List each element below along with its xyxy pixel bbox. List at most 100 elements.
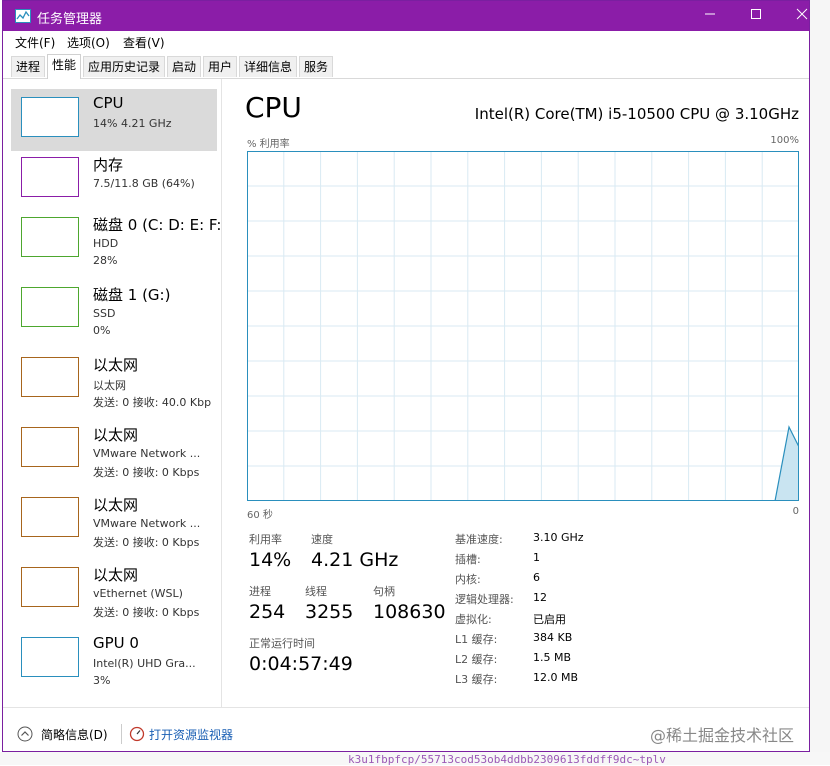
utilization-value: 14% bbox=[249, 549, 292, 571]
processes-label: 进程 bbox=[249, 585, 271, 598]
tab-bar: 进程 性能 应用历史记录 启动 用户 详细信息 服务 bbox=[3, 53, 809, 79]
disk-0-thumbnail-graph bbox=[21, 217, 79, 257]
cpu-model-name: Intel(R) Core(TM) i5-10500 CPU @ 3.10GHz bbox=[474, 105, 799, 123]
l3-cache-value: 12.0 MB bbox=[533, 671, 579, 684]
threads-label: 线程 bbox=[305, 585, 327, 598]
maximize-icon bbox=[751, 9, 761, 19]
title-bar[interactable]: 任务管理器 bbox=[3, 1, 809, 31]
menu-view[interactable]: 查看(V) bbox=[123, 34, 165, 51]
virtualization-label: 虚拟化: bbox=[455, 613, 492, 626]
graph-grid bbox=[247, 151, 799, 501]
sidebar-item-detail: vEthernet (WSL) bbox=[93, 587, 183, 600]
utilization-label: 利用率 bbox=[249, 533, 282, 546]
l1-cache-value: 384 KB bbox=[533, 631, 573, 644]
tab-startup[interactable]: 启动 bbox=[167, 56, 201, 77]
handles-label: 句柄 bbox=[373, 585, 395, 598]
sidebar-item-cpu[interactable]: CPU 14% 4.21 GHz bbox=[11, 89, 217, 151]
graph-x-label: 60 秒 bbox=[247, 510, 273, 521]
cores-value: 6 bbox=[533, 571, 540, 584]
menu-file[interactable]: 文件(F) bbox=[15, 34, 55, 51]
tab-app-history[interactable]: 应用历史记录 bbox=[83, 56, 165, 77]
sidebar-item-detail: VMware Network ... bbox=[93, 447, 201, 460]
sidebar-item-detail-2: 发送: 0 接收: 0 Kbps bbox=[93, 606, 200, 619]
tab-performance[interactable]: 性能 bbox=[47, 54, 81, 79]
speed-label: 速度 bbox=[311, 533, 333, 546]
minimize-button[interactable] bbox=[687, 1, 733, 31]
sidebar-item-name: 内存 bbox=[93, 156, 124, 174]
graph-y-label: % 利用率 bbox=[247, 139, 290, 150]
tab-services[interactable]: 服务 bbox=[299, 56, 333, 77]
sidebar-item-name: 磁盘 1 (G:) bbox=[93, 286, 171, 304]
desktop-background-right bbox=[810, 0, 830, 765]
sockets-value: 1 bbox=[533, 551, 540, 564]
sidebar-item-ethernet-3[interactable]: 以太网 VMware Network ... 发送: 0 接收: 0 Kbps bbox=[11, 489, 217, 551]
resource-monitor-icon[interactable] bbox=[129, 726, 145, 742]
tab-processes[interactable]: 进程 bbox=[11, 56, 45, 77]
sidebar-item-ethernet-4[interactable]: 以太网 vEthernet (WSL) 发送: 0 接收: 0 Kbps bbox=[11, 559, 217, 621]
sidebar-item-name: 以太网 bbox=[93, 356, 139, 374]
background-code-text: k3u1fbpfcp/55713cod53ob4ddbb2309613fddff… bbox=[348, 753, 666, 766]
logical-processors-label: 逻辑处理器: bbox=[455, 593, 514, 606]
sidebar-item-name: 磁盘 0 (C: D: E: F: bbox=[93, 216, 222, 234]
sidebar-item-detail-2: 发送: 0 接收: 0 Kbps bbox=[93, 536, 200, 549]
window-title: 任务管理器 bbox=[37, 12, 103, 27]
sidebar-item-detail: SSD bbox=[93, 307, 116, 320]
sidebar-item-ethernet-1[interactable]: 以太网 以太网 发送: 0 接收: 40.0 Kbp bbox=[11, 349, 217, 411]
uptime-label: 正常运行时间 bbox=[249, 637, 315, 650]
speed-value: 4.21 GHz bbox=[311, 549, 399, 571]
sidebar-item-detail-2: 3% bbox=[93, 674, 111, 687]
cpu-thumbnail-graph bbox=[21, 97, 79, 137]
task-manager-window: 任务管理器 文件(F) 选项(O) 查看(V) 进程 性能 应用历史记录 启动 … bbox=[2, 0, 810, 752]
close-button[interactable] bbox=[779, 1, 809, 31]
handles-value: 108630 bbox=[373, 601, 446, 623]
sidebar-item-gpu-0[interactable]: GPU 0 Intel(R) UHD Gra... 3% bbox=[11, 629, 217, 691]
task-manager-icon bbox=[15, 9, 31, 23]
sidebar-item-name: 以太网 bbox=[93, 566, 139, 584]
threads-value: 3255 bbox=[305, 601, 354, 623]
menu-options[interactable]: 选项(O) bbox=[67, 34, 110, 51]
cores-label: 内核: bbox=[455, 573, 481, 586]
l3-cache-label: L3 缓存: bbox=[455, 673, 498, 686]
sidebar-item-name: 以太网 bbox=[93, 496, 139, 514]
l1-cache-label: L1 缓存: bbox=[455, 633, 498, 646]
collapse-chevron-up-icon[interactable] bbox=[17, 726, 33, 742]
sidebar-item-name: CPU bbox=[93, 94, 124, 112]
sidebar-item-disk-1[interactable]: 磁盘 1 (G:) SSD 0% bbox=[11, 279, 217, 341]
sidebar-item-detail-2: 28% bbox=[93, 254, 118, 267]
footer-divider bbox=[121, 724, 122, 744]
close-icon bbox=[796, 8, 808, 20]
panel-title: CPU bbox=[245, 91, 302, 124]
open-resource-monitor-link[interactable]: 打开资源监视器 bbox=[149, 726, 233, 743]
processes-value: 254 bbox=[249, 601, 286, 623]
disk-1-thumbnail-graph bbox=[21, 287, 79, 327]
sockets-label: 插槽: bbox=[455, 553, 481, 566]
base-speed-value: 3.10 GHz bbox=[533, 531, 584, 544]
ethernet-4-thumbnail-graph bbox=[21, 567, 79, 607]
sidebar-item-detail-2: 发送: 0 接收: 0 Kbps bbox=[93, 466, 200, 479]
sidebar-item-detail: HDD bbox=[93, 237, 119, 250]
sidebar-item-detail: VMware Network ... bbox=[93, 517, 201, 530]
base-speed-label: 基准速度: bbox=[455, 533, 503, 546]
sidebar-item-detail: 14% 4.21 GHz bbox=[93, 117, 172, 130]
virtualization-value: 已启用 bbox=[533, 613, 566, 626]
sidebar-item-ethernet-2[interactable]: 以太网 VMware Network ... 发送: 0 接收: 0 Kbps bbox=[11, 419, 217, 481]
tab-details[interactable]: 详细信息 bbox=[239, 56, 297, 77]
fewer-details-button[interactable]: 简略信息(D) bbox=[41, 726, 108, 743]
ethernet-2-thumbnail-graph bbox=[21, 427, 79, 467]
ethernet-3-thumbnail-graph bbox=[21, 497, 79, 537]
graph-y-max-label: 100% bbox=[770, 135, 799, 146]
l2-cache-value: 1.5 MB bbox=[533, 651, 572, 664]
sidebar-item-disk-0[interactable]: 磁盘 0 (C: D: E: F: HDD 28% bbox=[11, 209, 221, 271]
resource-sidebar: CPU 14% 4.21 GHz 内存 7.5/11.8 GB (64%) 磁盘… bbox=[3, 79, 222, 707]
cpu-detail-panel: CPU Intel(R) Core(TM) i5-10500 CPU @ 3.1… bbox=[223, 79, 809, 707]
sidebar-item-memory[interactable]: 内存 7.5/11.8 GB (64%) bbox=[11, 149, 217, 211]
minimize-icon bbox=[705, 13, 715, 15]
cpu-utilization-graph bbox=[247, 151, 799, 501]
sidebar-item-detail-2: 0% bbox=[93, 324, 111, 337]
sidebar-item-name: GPU 0 bbox=[93, 634, 139, 652]
watermark-text: @稀土掘金技术社区 bbox=[650, 726, 795, 745]
tab-users[interactable]: 用户 bbox=[203, 56, 237, 77]
sidebar-item-detail-2: 发送: 0 接收: 40.0 Kbp bbox=[93, 396, 212, 409]
maximize-button[interactable] bbox=[733, 1, 779, 31]
graph-x-end-label: 0 bbox=[792, 506, 799, 517]
